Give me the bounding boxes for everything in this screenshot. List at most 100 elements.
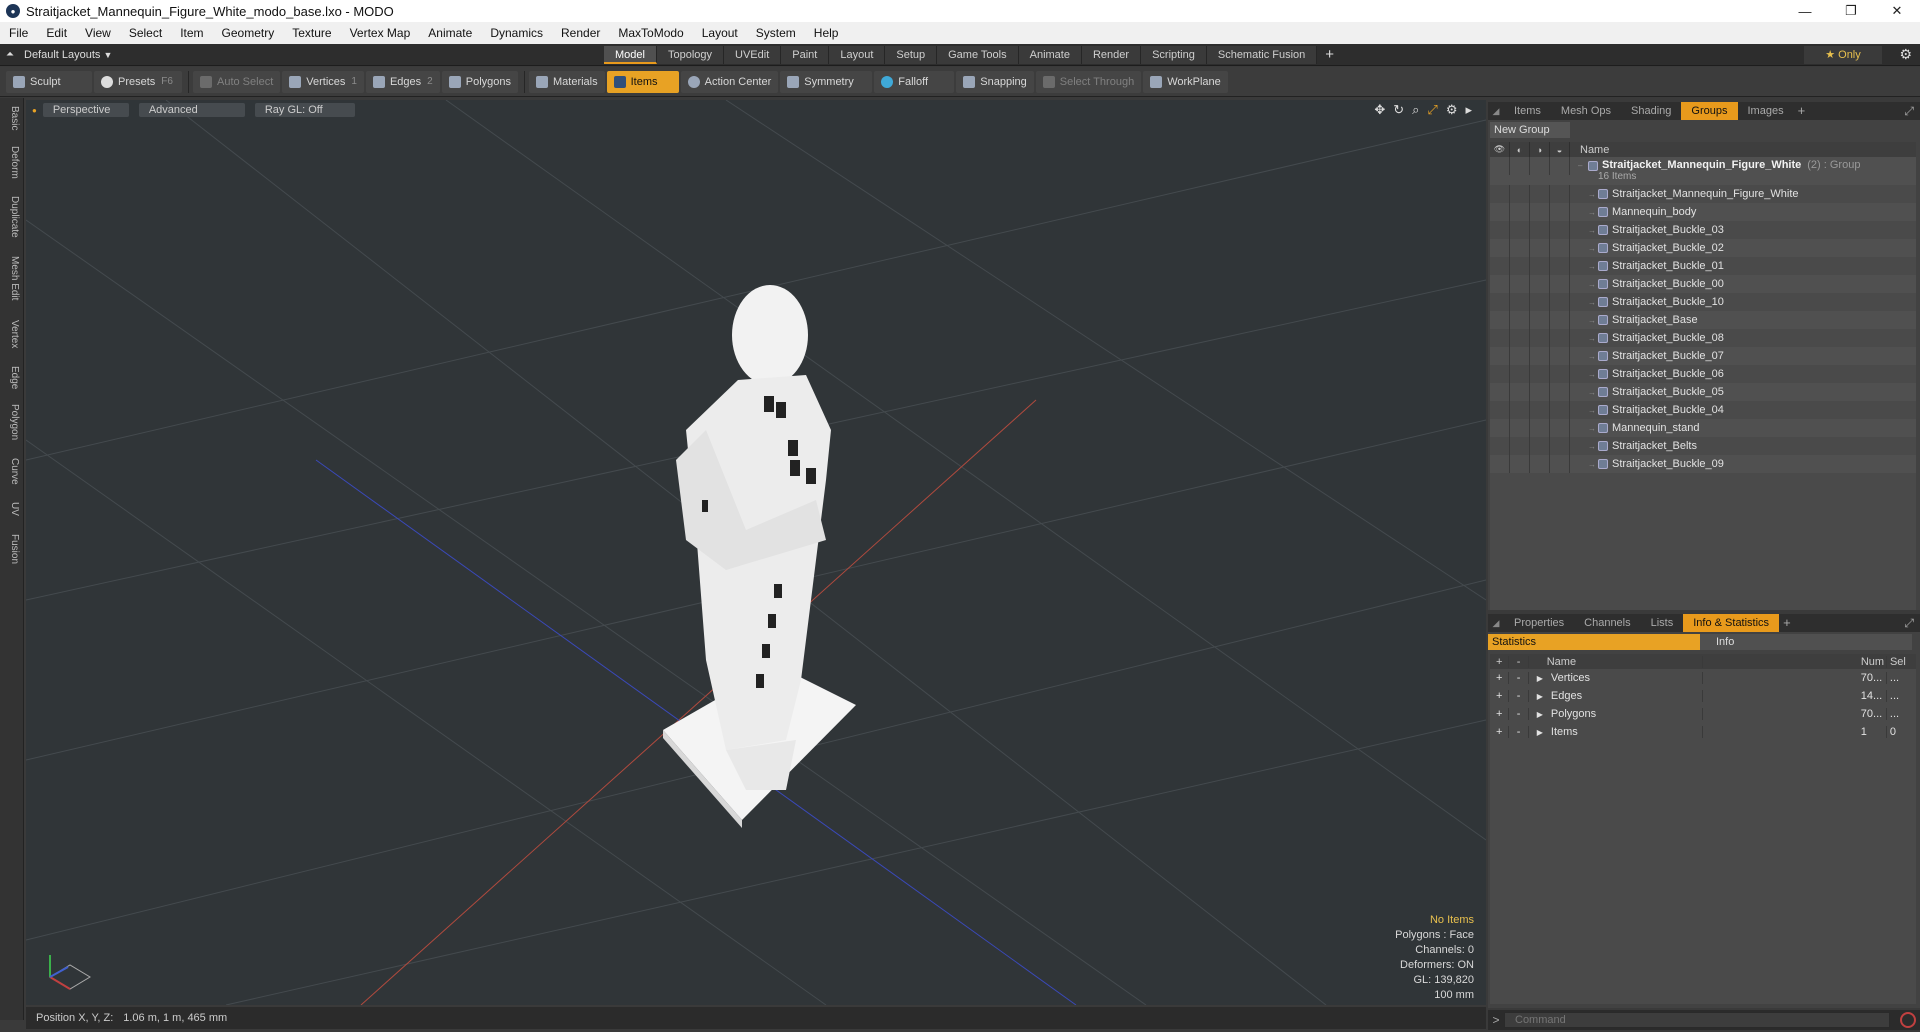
side-tab-vertex[interactable]: Vertex xyxy=(4,320,20,348)
side-tab-curve[interactable]: Curve xyxy=(4,458,20,485)
list-item[interactable]: → Straitjacket_Belts xyxy=(1490,437,1916,455)
menu-render[interactable]: Render xyxy=(552,22,609,44)
info-tab[interactable]: Info xyxy=(1700,634,1912,650)
expand-arrow-icon[interactable]: ▶ xyxy=(1537,728,1543,737)
collapse-arrow-icon[interactable]: – xyxy=(1578,161,1588,170)
3d-viewport[interactable]: ● Perspective Advanced Ray GL: Off ✥ ↻ ⌕… xyxy=(26,100,1486,1005)
gear-icon[interactable]: ⚙ xyxy=(1899,46,1912,63)
sculpt-button[interactable]: Sculpt xyxy=(6,70,92,93)
table-row[interactable]: + - ▶ Vertices 70... ... xyxy=(1490,669,1916,687)
side-tab-fusion[interactable]: Fusion xyxy=(4,534,20,564)
side-tab-duplicate[interactable]: Duplicate xyxy=(4,196,20,238)
presets-button[interactable]: Presets F6 xyxy=(94,70,182,93)
add-all-icon[interactable]: + xyxy=(1490,655,1510,668)
maximize-button[interactable]: ❐ xyxy=(1828,0,1874,22)
menu-edit[interactable]: Edit xyxy=(37,22,76,44)
statistics-tab[interactable]: Statistics xyxy=(1488,634,1700,650)
tab-schematic-fusion[interactable]: Schematic Fusion xyxy=(1206,46,1318,64)
menu-help[interactable]: Help xyxy=(805,22,848,44)
list-item[interactable]: → Straitjacket_Mannequin_Figure_White xyxy=(1490,185,1916,203)
panel-menu-icon[interactable]: ◢ xyxy=(1488,618,1504,629)
list-item[interactable]: → Straitjacket_Buckle_08 xyxy=(1490,329,1916,347)
workplane-button[interactable]: WorkPlane xyxy=(1143,70,1228,93)
perspective-button[interactable]: Perspective xyxy=(42,103,129,117)
tab-items[interactable]: Items xyxy=(1504,102,1551,120)
tab-game-tools[interactable]: Game Tools xyxy=(937,46,1019,64)
list-item[interactable]: → Mannequin_stand xyxy=(1490,419,1916,437)
menu-animate[interactable]: Animate xyxy=(419,22,481,44)
remove-icon[interactable]: - xyxy=(1509,690,1529,702)
edges-button[interactable]: Edges 2 xyxy=(365,70,440,93)
command-input[interactable] xyxy=(1504,1012,1890,1028)
tab-animate[interactable]: Animate xyxy=(1018,46,1082,64)
menu-maxtomodo[interactable]: MaxToModo xyxy=(609,22,692,44)
list-item[interactable]: → Straitjacket_Buckle_03 xyxy=(1490,221,1916,239)
side-tab-uv[interactable]: UV xyxy=(4,502,20,516)
remove-all-icon[interactable]: - xyxy=(1509,655,1529,668)
menu-dynamics[interactable]: Dynamics xyxy=(481,22,552,44)
list-item[interactable]: → Mannequin_body xyxy=(1490,203,1916,221)
list-item[interactable]: → Straitjacket_Buckle_05 xyxy=(1490,383,1916,401)
items-button[interactable]: Items xyxy=(606,70,679,93)
tab-info-statistics[interactable]: Info & Statistics xyxy=(1683,614,1780,632)
tab-channels[interactable]: Channels xyxy=(1574,614,1640,632)
snapping-button[interactable]: Snapping xyxy=(956,70,1034,93)
polygons-button[interactable]: Polygons xyxy=(441,70,518,93)
tab-mesh-ops[interactable]: Mesh Ops xyxy=(1551,102,1621,120)
tab-uvedit[interactable]: UVEdit xyxy=(724,46,782,64)
tab-topology[interactable]: Topology xyxy=(656,46,725,64)
menu-view[interactable]: View xyxy=(76,22,120,44)
menu-system[interactable]: System xyxy=(747,22,805,44)
panel-menu-icon[interactable]: ◢ xyxy=(1488,106,1504,117)
expand-panel-icon[interactable]: ⤢ xyxy=(1904,616,1914,631)
menu-layout[interactable]: Layout xyxy=(693,22,747,44)
tab-render[interactable]: Render xyxy=(1081,46,1142,64)
tab-scripting[interactable]: Scripting xyxy=(1141,46,1207,64)
add-tab-icon[interactable]: + xyxy=(1325,46,1334,64)
table-row[interactable]: + - ▶ Items 1 0 xyxy=(1490,723,1916,741)
remove-icon[interactable]: - xyxy=(1509,708,1529,720)
expand-arrow-icon[interactable]: ▶ xyxy=(1537,674,1543,683)
new-group-button[interactable]: New Group xyxy=(1490,122,1570,138)
side-tab-edge[interactable]: Edge xyxy=(4,366,20,389)
add-panel-tab-icon[interactable]: + xyxy=(1794,102,1810,120)
list-item[interactable]: → Straitjacket_Buckle_00 xyxy=(1490,275,1916,293)
tab-setup[interactable]: Setup xyxy=(885,46,938,64)
close-button[interactable]: ✕ xyxy=(1874,0,1920,22)
only-toggle[interactable]: ★ Only xyxy=(1804,46,1882,64)
eye-icon[interactable] xyxy=(1490,157,1510,175)
symmetry-button[interactable]: Symmetry xyxy=(780,70,873,93)
group-row-root[interactable]: – Straitjacket_Mannequin_Figure_White (2… xyxy=(1490,157,1916,185)
add-icon[interactable]: + xyxy=(1490,708,1510,720)
lock-icon[interactable]: ◑ xyxy=(1530,142,1550,157)
add-icon[interactable]: + xyxy=(1490,726,1510,738)
expand-arrow-icon[interactable]: ▶ xyxy=(1537,692,1543,701)
tab-images[interactable]: Images xyxy=(1738,102,1794,120)
more-arrow-icon[interactable]: ▸ xyxy=(1465,102,1472,118)
table-row[interactable]: + - ▶ Polygons 70... ... xyxy=(1490,705,1916,723)
list-item[interactable]: → Straitjacket_Buckle_09 xyxy=(1490,455,1916,473)
select-icon[interactable]: ◒ xyxy=(1550,142,1570,157)
action-center-button[interactable]: Action Center xyxy=(680,70,779,93)
tab-shading[interactable]: Shading xyxy=(1621,102,1681,120)
expand-arrow-icon[interactable]: ▶ xyxy=(1537,710,1543,719)
falloff-button[interactable]: Falloff xyxy=(874,70,955,93)
add-icon[interactable]: + xyxy=(1490,690,1510,702)
list-item[interactable]: → Straitjacket_Base xyxy=(1490,311,1916,329)
materials-button[interactable]: Materials xyxy=(529,70,605,93)
default-layouts-dropdown[interactable]: ⏶ Default Layouts ▼ xyxy=(6,49,112,61)
tab-lists[interactable]: Lists xyxy=(1641,614,1684,632)
list-item[interactable]: → Straitjacket_Buckle_04 xyxy=(1490,401,1916,419)
list-item[interactable]: → Straitjacket_Buckle_10 xyxy=(1490,293,1916,311)
settings-gear-icon[interactable]: ⚙ xyxy=(1446,102,1458,118)
side-tab-mesh-edit[interactable]: Mesh Edit xyxy=(4,256,20,300)
fit-view-icon[interactable]: ⤢ xyxy=(1427,102,1437,118)
tab-layout[interactable]: Layout xyxy=(829,46,886,64)
zoom-icon[interactable]: ⌕ xyxy=(1412,102,1419,118)
minimize-button[interactable]: — xyxy=(1782,0,1828,22)
auto-select-button[interactable]: Auto Select xyxy=(193,70,281,93)
side-tab-basic[interactable]: Basic xyxy=(4,106,20,130)
tab-groups[interactable]: Groups xyxy=(1681,102,1738,120)
rotate-view-icon[interactable]: ↻ xyxy=(1393,102,1404,118)
expand-panel-icon[interactable]: ⤢ xyxy=(1904,104,1914,119)
